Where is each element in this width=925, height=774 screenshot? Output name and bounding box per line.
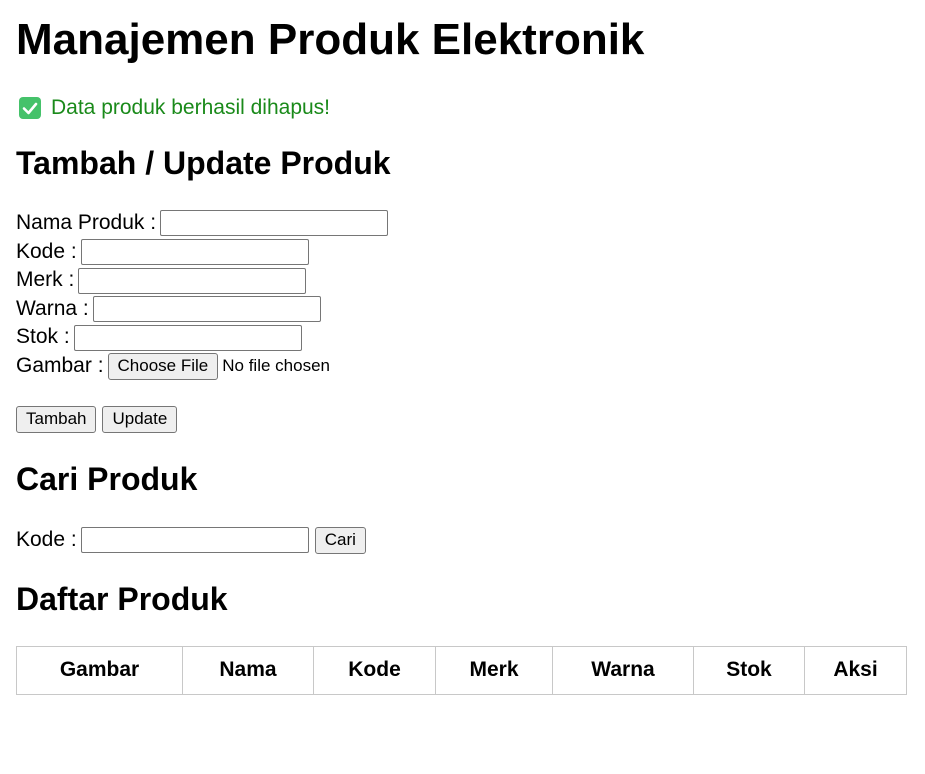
field-row-stok: Stok :	[16, 323, 909, 352]
page-title: Manajemen Produk Elektronik	[16, 15, 645, 64]
field-row-nama: Nama Produk :	[16, 209, 909, 238]
check-icon	[19, 97, 41, 119]
column-header-gambar: Gambar	[16, 645, 183, 695]
field-row-warna: Warna :	[16, 295, 909, 324]
file-status: No file chosen	[222, 356, 330, 376]
alert-message: Data produk berhasil dihapus!	[51, 96, 331, 119]
stok-label: Stok :	[16, 325, 70, 349]
kode-input[interactable]	[80, 239, 309, 266]
product-form: Nama Produk : Kode : Merk : Warna : Stok…	[16, 209, 909, 434]
column-header-warna: Warna	[552, 645, 694, 695]
column-header-merk: Merk	[435, 645, 553, 695]
gambar-label: Gambar :	[16, 353, 104, 377]
warna-input[interactable]	[92, 296, 321, 323]
field-row-kode: Kode :	[16, 238, 909, 267]
table-header-row: Gambar Nama Kode Merk Warna Stok Aksi	[16, 645, 907, 695]
stok-input[interactable]	[73, 324, 302, 351]
merk-input[interactable]	[78, 267, 307, 294]
form-heading: Tambah / Update Produk	[16, 145, 391, 181]
page: Manajemen Produk Elektronik Data produk …	[0, 16, 925, 695]
column-header-stok: Stok	[693, 645, 805, 695]
success-alert: Data produk berhasil dihapus!	[16, 95, 909, 121]
column-header-kode: Kode	[313, 645, 436, 695]
search-input[interactable]	[80, 527, 309, 554]
search-button[interactable]: Cari	[314, 526, 366, 554]
field-row-merk: Merk :	[16, 266, 909, 295]
search-label: Kode :	[16, 527, 77, 551]
nama-label: Nama Produk :	[16, 211, 157, 234]
list-heading: Daftar Produk	[16, 580, 228, 617]
form-actions: Tambah Update	[16, 405, 909, 434]
choose-file-button[interactable]: Choose File	[107, 352, 219, 380]
search-form: Kode : Cari	[16, 525, 909, 555]
column-header-nama: Nama	[182, 645, 314, 695]
update-button[interactable]: Update	[102, 405, 178, 433]
add-button[interactable]: Tambah	[16, 405, 97, 433]
merk-label: Merk :	[16, 268, 75, 292]
product-table: Gambar Nama Kode Merk Warna Stok Aksi	[16, 645, 907, 695]
warna-label: Warna :	[16, 296, 89, 320]
kode-label: Kode :	[16, 239, 77, 263]
field-row-gambar: Gambar : Choose File No file chosen	[16, 352, 909, 381]
nama-input[interactable]	[160, 210, 389, 237]
search-heading: Cari Produk	[16, 460, 198, 497]
column-header-aksi: Aksi	[804, 645, 907, 695]
